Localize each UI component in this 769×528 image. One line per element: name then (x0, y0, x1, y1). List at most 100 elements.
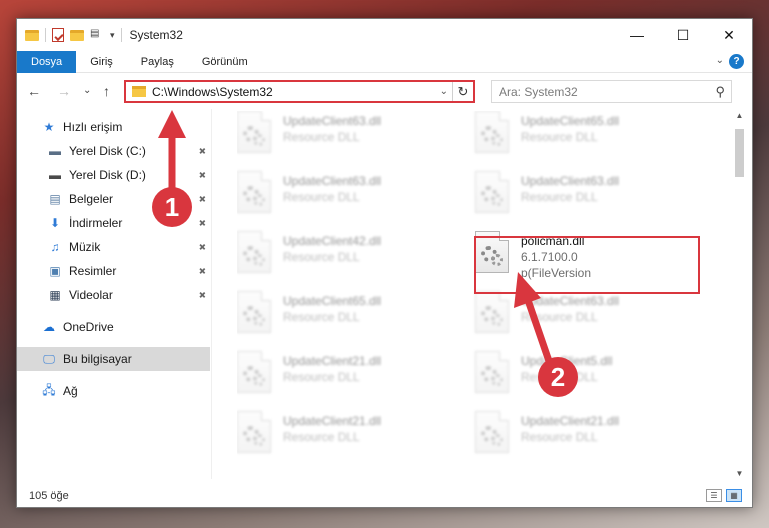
file-item[interactable]: UpdateClient65.dll Resource DLL (237, 291, 457, 343)
sidebar-item[interactable]: 🖵 Bu bilgisayar (17, 347, 210, 371)
dll-file-icon (237, 171, 271, 213)
network-icon: 🖧 (42, 382, 56, 397)
file-name: UpdateClient21.dll (521, 414, 620, 428)
sidebar-item[interactable]: ☁ OneDrive (17, 315, 210, 339)
folder-icon (25, 29, 39, 41)
file-text: UpdateClient63.dll Resource DLL (521, 291, 619, 343)
dll-file-icon (475, 171, 509, 213)
file-text: UpdateClient65.dll Resource DLL (521, 111, 619, 163)
sidebar-item[interactable]: ▣ Resimler ✚ (17, 259, 210, 283)
file-item[interactable]: UpdateClient5.dll Resource DLL (475, 351, 695, 403)
sidebar-item[interactable]: ▦ Videolar ✚ (17, 283, 210, 307)
file-name: UpdateClient63.dll (521, 174, 620, 188)
sidebar-item[interactable]: ★ Hızlı erişim (17, 115, 210, 139)
ribbon-tabs: Dosya Giriş Paylaş Görünüm ⌄ ? (17, 50, 752, 73)
refresh-button[interactable]: ↻ (453, 84, 473, 100)
pane-divider[interactable] (211, 109, 212, 479)
sidebar-item-label: Hızlı erişim (63, 120, 123, 134)
file-item[interactable]: UpdateClient63.dll Resource DLL (237, 171, 457, 223)
dll-file-icon (237, 291, 271, 333)
documents-icon: ▤ (49, 192, 61, 206)
chevron-down-icon[interactable]: ▾ (110, 30, 115, 41)
file-item[interactable]: UpdateClient21.dll Resource DLL (237, 351, 457, 403)
file-item[interactable]: UpdateClient63.dll Resource DLL (475, 291, 695, 343)
toolbar-divider (45, 28, 46, 42)
file-description: Resource DLL (521, 370, 598, 384)
scroll-thumb[interactable] (735, 129, 744, 177)
sidebar-item[interactable]: ▬ Yerel Disk (D:) ✚ (17, 163, 210, 187)
file-item[interactable]: UpdateClient63.dll Resource DLL (475, 171, 695, 223)
details-view-button[interactable]: ☰ (706, 489, 722, 502)
sidebar-item-label: Belgeler (69, 192, 114, 206)
file-name: UpdateClient65.dll (283, 294, 382, 308)
vertical-scrollbar[interactable]: ▲ ▼ (733, 111, 746, 483)
music-icon: ♫ (50, 240, 60, 254)
file-item[interactable]: UpdateClient21.dll Resource DLL (475, 411, 695, 463)
computer-icon: 🖵 (43, 351, 55, 366)
drive-icon: ▬ (49, 144, 61, 158)
address-path[interactable]: C:\Windows\System32 (152, 85, 440, 99)
file-item[interactable]: UpdateClient65.dll Resource DLL (475, 111, 695, 163)
file-name: UpdateClient63.dll (521, 294, 620, 308)
properties-icon[interactable] (52, 28, 64, 42)
tab-file[interactable]: Dosya (17, 50, 77, 73)
pin-icon[interactable]: ✚ (196, 240, 208, 253)
download-icon: ⬇ (49, 216, 61, 230)
expand-ribbon-icon[interactable]: ⌄ (716, 55, 724, 66)
sidebar-item[interactable]: ▤ Belgeler ✚ (17, 187, 210, 211)
address-bar[interactable]: C:\Windows\System32 ⌄ ↻ (124, 80, 475, 103)
videos-icon: ▦ (49, 288, 61, 302)
file-item[interactable]: UpdateClient42.dll Resource DLL (237, 231, 457, 283)
pin-icon[interactable]: ✚ (196, 192, 208, 205)
search-box[interactable]: Ara: System32 ⚲ (491, 80, 732, 103)
tiles-view-button[interactable]: ▦ (726, 489, 742, 502)
minimize-button[interactable]: — (614, 19, 660, 51)
pin-icon[interactable]: ✚ (196, 264, 208, 277)
pin-icon[interactable]: ✚ (196, 144, 208, 157)
sidebar-item-label: OneDrive (63, 320, 114, 334)
close-button[interactable]: ✕ (706, 19, 752, 51)
item-count: 105 öğe (29, 490, 69, 502)
pin-icon[interactable]: ✚ (196, 288, 208, 301)
chevron-down-icon[interactable]: ⌄ (440, 86, 448, 97)
star-icon: ★ (43, 120, 55, 134)
sidebar-item[interactable]: 🖧 Ağ (17, 379, 210, 403)
up-button[interactable]: ↑ (103, 83, 110, 99)
help-icon[interactable]: ? (729, 54, 744, 69)
search-icon[interactable]: ⚲ (715, 84, 725, 100)
sidebar-item-label: Yerel Disk (C:) (69, 144, 146, 158)
scroll-down-icon[interactable]: ▼ (733, 469, 746, 481)
status-bar: 105 öğe ☰ ▦ (17, 485, 752, 507)
file-name: UpdateClient21.dll (283, 414, 382, 428)
new-folder-icon[interactable] (70, 29, 84, 41)
pictures-icon: ▣ (49, 264, 61, 278)
file-item[interactable]: UpdateClient21.dll Resource DLL (237, 411, 457, 463)
view-toggle: ☰ ▦ (706, 489, 742, 502)
file-text: UpdateClient63.dll Resource DLL (283, 171, 381, 223)
maximize-button[interactable]: ☐ (660, 19, 706, 51)
tab-home[interactable]: Giriş (76, 51, 127, 73)
highlight-box (474, 236, 700, 294)
back-button[interactable]: ← (27, 83, 41, 99)
dll-file-icon (237, 351, 271, 393)
toolbar-divider (120, 28, 122, 42)
address-row: ← → ⌄ ↑ C:\Windows\System32 ⌄ ↻ Ara: Sys… (17, 77, 752, 107)
recent-locations-button[interactable]: ⌄ (83, 85, 91, 96)
dll-file-icon (475, 411, 509, 453)
tab-share[interactable]: Paylaş (127, 51, 188, 73)
pin-icon[interactable]: ✚ (196, 216, 208, 229)
tab-view[interactable]: Görünüm (188, 51, 262, 73)
scroll-up-icon[interactable]: ▲ (733, 111, 746, 123)
navigation-pane: ★ Hızlı erişim ▬ Yerel Disk (C:) ✚ ▬ Yerel Dis… (17, 115, 210, 475)
search-input[interactable]: Ara: System32 (499, 85, 715, 99)
scroll-track[interactable] (733, 123, 746, 469)
sidebar-item[interactable]: ♫ Müzik ✚ (17, 235, 210, 259)
sidebar-item[interactable]: ⬇ İndirmeler ✚ (17, 211, 210, 235)
customize-toolbar-icon[interactable]: ▤ (90, 28, 104, 42)
pin-icon[interactable]: ✚ (196, 168, 208, 181)
file-item[interactable]: UpdateClient63.dll Resource DLL (237, 111, 457, 163)
sidebar-item[interactable]: ▬ Yerel Disk (C:) ✚ (17, 139, 210, 163)
forward-button[interactable]: → (57, 83, 71, 99)
sidebar-item-label: Ağ (63, 384, 78, 398)
file-name: UpdateClient65.dll (521, 114, 620, 128)
